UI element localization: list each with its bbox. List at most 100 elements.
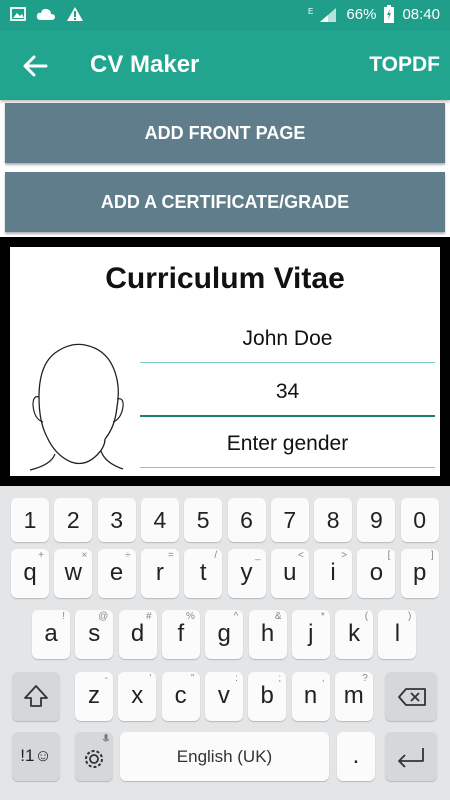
cv-title: Curriculum Vitae bbox=[105, 262, 345, 295]
key-label: g bbox=[217, 620, 231, 647]
keyboard-key[interactable]: < u bbox=[270, 549, 309, 598]
keyboard-key[interactable]: × w bbox=[54, 549, 93, 598]
key-label: n bbox=[303, 682, 318, 709]
keyboard-key[interactable]: ) l bbox=[378, 610, 417, 659]
status-indicators: E 66% 08:40 bbox=[308, 5, 440, 23]
keyboard-key[interactable]: @ s bbox=[75, 610, 114, 659]
svg-text:E: E bbox=[308, 7, 313, 16]
gear-icon bbox=[85, 750, 103, 768]
keyboard-key[interactable]: 1 bbox=[11, 498, 49, 542]
key-label: x bbox=[131, 682, 144, 709]
keyboard-key[interactable]: ! a bbox=[32, 610, 70, 659]
keyboard-key[interactable]: / t bbox=[184, 549, 223, 598]
gender-field[interactable]: Enter gender bbox=[140, 427, 435, 468]
app-title: CV Maker bbox=[90, 51, 200, 78]
cv-preview: Curriculum Vitae John Doe 34 Enter gende… bbox=[0, 237, 450, 486]
key-label: 6 bbox=[240, 507, 253, 533]
keyboard-key[interactable]: 9 bbox=[357, 498, 396, 542]
add-certificate-button[interactable]: ADD A CERTIFICATE/GRADE bbox=[5, 172, 445, 232]
keyboard-key[interactable]: > i bbox=[314, 549, 353, 598]
keyboard-key[interactable]: = r bbox=[140, 549, 179, 598]
enter-key[interactable] bbox=[385, 732, 437, 781]
keyboard-key[interactable]: * j bbox=[291, 610, 330, 659]
key-label: s bbox=[88, 620, 101, 647]
key-label: a bbox=[44, 620, 58, 647]
settings-key[interactable] bbox=[75, 732, 113, 781]
period-key[interactable]: . bbox=[337, 732, 375, 781]
topdf-button[interactable]: TOPDF bbox=[369, 53, 440, 77]
backspace-key[interactable] bbox=[385, 672, 437, 721]
keyboard-key[interactable]: 8 bbox=[314, 498, 353, 542]
shift-key[interactable] bbox=[12, 672, 60, 721]
name-field[interactable]: John Doe bbox=[140, 322, 435, 363]
keyboard-key[interactable]: " c bbox=[161, 672, 200, 721]
warning-icon bbox=[67, 7, 83, 21]
keyboard-key[interactable]: 5 bbox=[184, 498, 223, 542]
key-label: y bbox=[240, 559, 253, 586]
keyboard-key[interactable]: -z bbox=[75, 672, 113, 721]
key-label: c bbox=[174, 682, 187, 709]
profile-photo-placeholder-icon[interactable] bbox=[25, 327, 125, 477]
key-label: i bbox=[330, 559, 336, 586]
back-arrow-icon[interactable] bbox=[20, 52, 50, 80]
key-label: o bbox=[369, 559, 384, 586]
age-field[interactable]: 34 bbox=[140, 375, 435, 417]
add-front-page-label: ADD FRONT PAGE bbox=[144, 123, 306, 143]
key-label: u bbox=[283, 559, 297, 586]
key-label: k bbox=[348, 620, 361, 647]
key-label: 0 bbox=[413, 507, 427, 533]
key-label: v bbox=[217, 682, 230, 709]
keyboard-key[interactable]: ' x bbox=[118, 672, 157, 721]
keyboard-key[interactable]: (k bbox=[335, 610, 374, 659]
backspace-icon bbox=[398, 688, 426, 706]
keyboard-key[interactable]: # d bbox=[118, 610, 157, 659]
keyboard-key[interactable]: 6 bbox=[227, 498, 266, 542]
battery-percentage: 66% bbox=[346, 5, 377, 23]
key-label: r bbox=[155, 559, 164, 586]
keyboard-key[interactable]: 4 bbox=[140, 498, 179, 542]
key-label: 9 bbox=[369, 507, 383, 533]
enter-icon bbox=[398, 748, 424, 768]
keyboard-key[interactable]: % f bbox=[161, 610, 200, 659]
space-key-label: English (UK) bbox=[176, 747, 273, 766]
key-label: l bbox=[394, 620, 401, 647]
key-label: 5 bbox=[196, 507, 210, 533]
image-notification-icon bbox=[10, 7, 26, 21]
keyboard-key[interactable]: ; b bbox=[248, 672, 287, 721]
space-key[interactable]: English (UK) bbox=[120, 732, 329, 781]
key-label: 1 bbox=[23, 507, 37, 533]
notification-icons bbox=[10, 6, 84, 22]
keyboard-key[interactable]: ? m bbox=[334, 672, 373, 721]
key-label: 2 bbox=[66, 507, 80, 533]
shift-icon bbox=[24, 685, 48, 707]
keyboard-key[interactable]: :v bbox=[204, 672, 243, 721]
key-label: q bbox=[23, 559, 37, 586]
clock: 08:40 bbox=[402, 5, 440, 23]
soft-keyboard: !1☺ English (UK) . 1 2 3 4 5 6 7 8 9 0 + q × w ÷ e = r / t _… bbox=[0, 486, 450, 800]
signal-icon: E bbox=[308, 7, 337, 22]
keyboard-key[interactable]: ,n bbox=[291, 672, 330, 721]
keyboard-key[interactable]: 0 bbox=[400, 498, 439, 542]
keyboard-key[interactable]: ÷ e bbox=[97, 549, 136, 598]
key-label: t bbox=[199, 559, 207, 586]
symbols-key[interactable]: !1☺ bbox=[12, 732, 60, 781]
cv-card: Curriculum Vitae John Doe 34 Enter gende… bbox=[10, 247, 440, 476]
keyboard-key[interactable]: + q bbox=[11, 549, 49, 598]
keyboard-key[interactable]: 2 bbox=[54, 498, 93, 542]
key-label: z bbox=[88, 682, 100, 709]
keyboard-key[interactable]: ^ g bbox=[205, 610, 244, 659]
add-front-page-button[interactable]: ADD FRONT PAGE bbox=[5, 103, 445, 163]
keyboard-key[interactable]: ] p bbox=[400, 549, 439, 598]
keyboard-key[interactable]: & h bbox=[248, 610, 287, 659]
key-label: 7 bbox=[283, 507, 297, 533]
key-label: f bbox=[177, 620, 185, 647]
keyboard-key[interactable]: [o bbox=[357, 549, 396, 598]
keyboard-key[interactable]: _ y bbox=[227, 549, 266, 598]
key-label: w bbox=[64, 559, 82, 586]
microphone-icon bbox=[102, 734, 110, 742]
key-label: 4 bbox=[153, 507, 167, 533]
symbols-key-label: !1☺ bbox=[20, 746, 52, 765]
keyboard-key[interactable]: 3 bbox=[97, 498, 136, 542]
app-bar: CV Maker TOPDF bbox=[0, 30, 450, 100]
keyboard-key[interactable]: 7 bbox=[270, 498, 309, 542]
